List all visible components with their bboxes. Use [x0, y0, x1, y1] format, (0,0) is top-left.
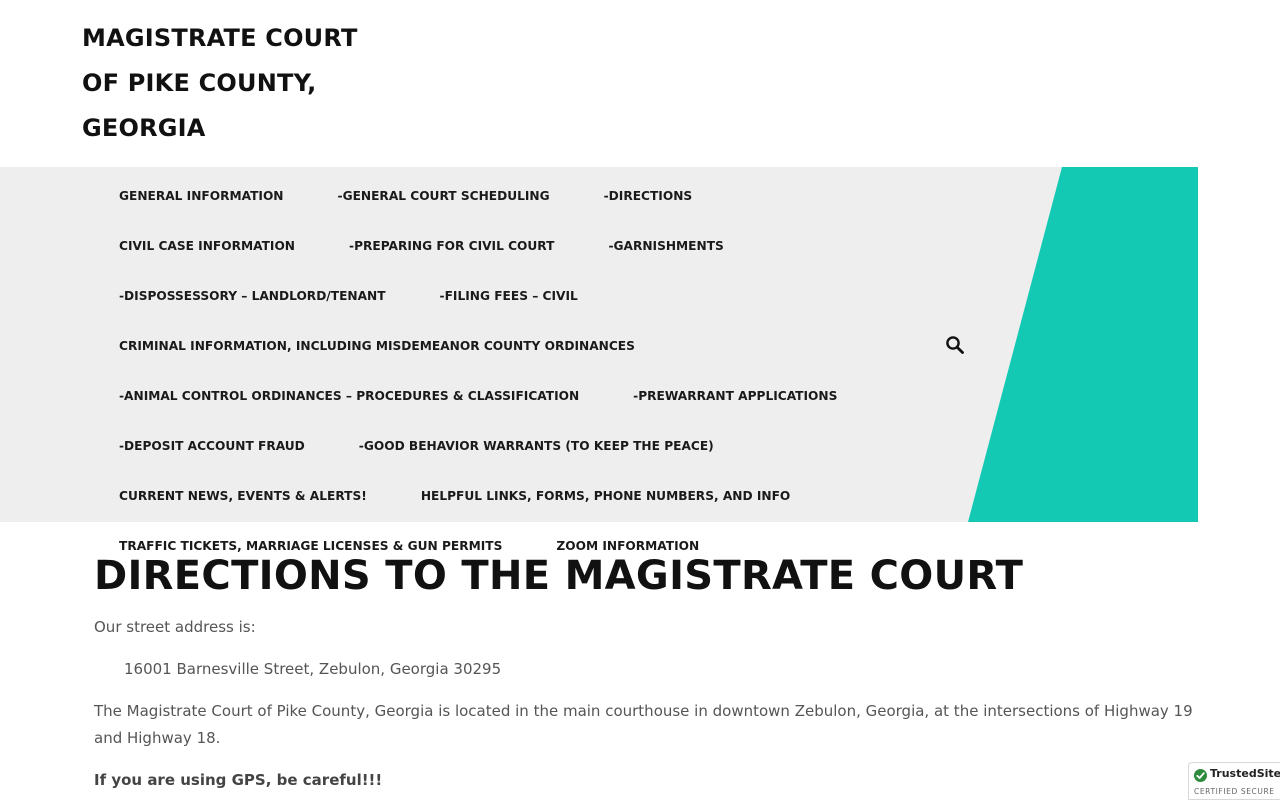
nav-item-deposit-account-fraud[interactable]: -DEPOSIT ACCOUNT FRAUD [92, 421, 332, 471]
nav-item-general-information[interactable]: GENERAL INFORMATION [92, 171, 311, 221]
badge-subtitle: CERTIFIED SECURE [1194, 787, 1275, 796]
search-icon[interactable] [945, 335, 965, 355]
nav-item-prewarrant-applications[interactable]: -PREWARRANT APPLICATIONS [606, 371, 864, 421]
nav-item-preparing-for-civil-court[interactable]: -PREPARING FOR CIVIL COURT [322, 221, 581, 271]
nav-item-animal-control-ordinances[interactable]: -ANIMAL CONTROL ORDINANCES – PROCEDURES … [92, 371, 606, 421]
check-icon [1194, 769, 1207, 782]
nav-item-dispossessory[interactable]: -DISPOSSESSORY – LANDLORD/TENANT [92, 271, 413, 321]
main-navigation: GENERAL INFORMATION -GENERAL COURT SCHED… [0, 167, 1280, 553]
teal-accent-shape [968, 167, 1198, 522]
site-title-line-2: OF PIKE COUNTY, [82, 69, 317, 97]
nav-item-filing-fees-civil[interactable]: -FILING FEES – CIVIL [413, 271, 605, 321]
nav-item-criminal-information[interactable]: CRIMINAL INFORMATION, INCLUDING MISDEMEA… [92, 321, 662, 371]
badge-name: TrustedSite® [1210, 767, 1280, 780]
nav-item-general-court-scheduling[interactable]: -GENERAL COURT SCHEDULING [311, 171, 577, 221]
site-title-line-1: MAGISTRATE COURT [82, 24, 358, 52]
address-intro: Our street address is: [94, 618, 256, 636]
nav-item-helpful-links[interactable]: HELPFUL LINKS, FORMS, PHONE NUMBERS, AND… [394, 471, 817, 521]
nav-item-garnishments[interactable]: -GARNISHMENTS [581, 221, 750, 271]
gps-warning: If you are using GPS, be careful!!! [94, 771, 383, 789]
page-title: DIRECTIONS TO THE MAGISTRATE COURT [94, 553, 1024, 599]
nav-item-civil-case-information[interactable]: CIVIL CASE INFORMATION [92, 221, 322, 271]
nav-menu: GENERAL INFORMATION -GENERAL COURT SCHED… [92, 171, 932, 571]
nav-item-directions[interactable]: -DIRECTIONS [577, 171, 720, 221]
nav-right-margin [1198, 167, 1280, 522]
location-description: The Magistrate Court of Pike County, Geo… [94, 702, 1193, 747]
street-address: 16001 Barnesville Street, Zebulon, Georg… [124, 660, 502, 678]
site-title-line-3: GEORGIA [82, 114, 206, 142]
page-content: DIRECTIONS TO THE MAGISTRATE COURT Our s… [94, 540, 1194, 794]
nav-item-current-news[interactable]: CURRENT NEWS, EVENTS & ALERTS! [92, 471, 394, 521]
site-title[interactable]: MAGISTRATE COURT OF PIKE COUNTY, GEORGIA [82, 16, 402, 151]
nav-item-good-behavior-warrants[interactable]: -GOOD BEHAVIOR WARRANTS (TO KEEP THE PEA… [332, 421, 741, 471]
site-title-link[interactable]: MAGISTRATE COURT OF PIKE COUNTY, GEORGIA [82, 16, 402, 151]
trustedsite-badge[interactable]: TrustedSite® CERTIFIED SECURE [1188, 762, 1280, 800]
badge-name-text: TrustedSite [1210, 767, 1280, 780]
